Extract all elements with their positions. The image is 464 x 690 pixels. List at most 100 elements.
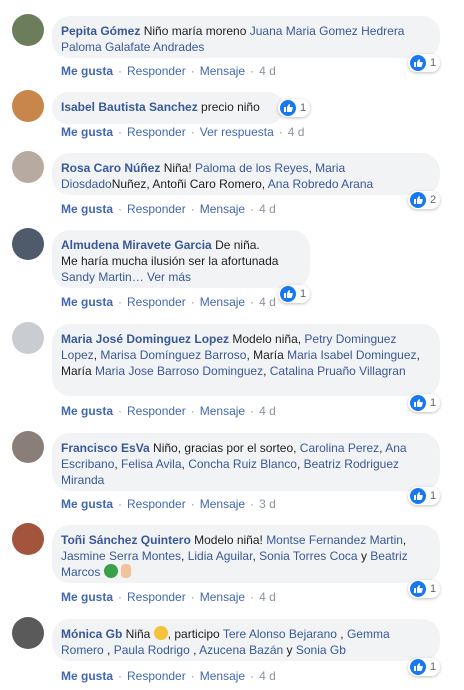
like-link[interactable]: Me gusta (61, 295, 113, 309)
reaction-number: 1 (300, 102, 307, 114)
avatar[interactable] (12, 228, 44, 260)
reaction-count[interactable]: 1 (278, 99, 311, 117)
like-link[interactable]: Me gusta (61, 497, 113, 511)
separator: · (250, 202, 255, 216)
reply-link[interactable]: Responder (127, 669, 186, 683)
tagged-user[interactable]: Concha Ruiz Blanco (188, 457, 297, 471)
message-link[interactable]: Mensaje (200, 295, 245, 309)
avatar[interactable] (12, 431, 44, 463)
message-link[interactable]: Mensaje (200, 404, 245, 418)
comment-author[interactable]: Toñi Sánchez Quintero (61, 533, 191, 547)
timestamp[interactable]: 4 d (259, 590, 276, 604)
comment-author[interactable]: Francisco EsVa (61, 441, 150, 455)
message-link[interactable]: Mensaje (200, 202, 245, 216)
tagged-user[interactable]: Sandy Martin (61, 270, 132, 284)
tagged-user[interactable]: Felisa Avila (121, 457, 181, 471)
pointing-hand-icon (121, 564, 132, 578)
comment-text: y (357, 549, 371, 563)
tagged-user[interactable]: Paloma Galafate Andrades (61, 40, 204, 54)
reply-link[interactable]: Responder (127, 64, 186, 78)
separator: · (250, 404, 255, 418)
reply-link[interactable]: Responder (127, 497, 186, 511)
separator: · (190, 125, 195, 139)
comment-text: , (336, 627, 347, 641)
timestamp[interactable]: 4 d (259, 404, 276, 418)
reaction-count[interactable]: 1 (408, 54, 441, 72)
comment-bubble: Isabel Bautista Sanchez precio niño (52, 92, 284, 124)
comment-text: Modelo niña! (190, 533, 267, 547)
see-more-link[interactable]: … Ver más (132, 270, 191, 284)
comment-author[interactable]: Mónica Gb (61, 627, 122, 641)
timestamp[interactable]: 4 d (259, 295, 276, 309)
avatar[interactable] (12, 90, 44, 122)
avatar[interactable] (12, 14, 44, 46)
message-link[interactable]: Mensaje (200, 64, 245, 78)
separator: · (190, 497, 195, 511)
comment-text: , participo (167, 627, 223, 641)
comment-text: Me haría mucha ilusión ser la afortunada (61, 254, 279, 268)
tagged-user[interactable]: Paula Rodrigo (114, 643, 190, 657)
like-icon (410, 192, 426, 208)
tagged-user[interactable]: Jasmine Serra Montes (61, 549, 181, 563)
avatar[interactable] (12, 151, 44, 183)
timestamp[interactable]: 3 d (259, 497, 276, 511)
tagged-user[interactable]: Tere Alonso Bejarano (223, 627, 337, 641)
reaction-count[interactable]: 2 (408, 191, 441, 209)
separator: · (190, 669, 195, 683)
tagged-user[interactable]: Catalina Pruaño Villagran (270, 364, 406, 378)
tagged-user[interactable]: Lidia Aguilar (188, 549, 253, 563)
comment-actions: Me gusta · Responder · Mensaje · 4 d (61, 404, 276, 418)
reply-link[interactable]: Responder (127, 590, 186, 604)
reaction-count[interactable]: 1 (278, 285, 311, 303)
comment-author[interactable]: Isabel Bautista Sanchez (61, 100, 198, 114)
like-link[interactable]: Me gusta (61, 202, 113, 216)
message-link[interactable]: Mensaje (200, 497, 245, 511)
tagged-user[interactable]: Maria Isabel Dominguez (287, 348, 416, 362)
like-icon (410, 55, 426, 71)
comment-bubble: Rosa Caro Núñez Niña! Paloma de los Reye… (52, 153, 440, 195)
like-link[interactable]: Me gusta (61, 404, 113, 418)
reply-link[interactable]: Responder (127, 404, 186, 418)
message-link[interactable]: Mensaje (200, 590, 245, 604)
avatar[interactable] (12, 322, 44, 354)
tagged-user[interactable]: Azucena Bazán (199, 643, 283, 657)
message-link[interactable]: Mensaje (200, 669, 245, 683)
comment-text: De niña. (211, 238, 260, 252)
like-link[interactable]: Me gusta (61, 64, 113, 78)
timestamp[interactable]: 4 d (259, 202, 276, 216)
reaction-count[interactable]: 1 (408, 394, 441, 412)
comment-author[interactable]: Almudena Miravete Garcia (61, 238, 212, 252)
comment-bubble: Pepita Gómez Niño maría moreno Juana Mar… (52, 16, 440, 58)
timestamp[interactable]: 4 d (259, 64, 276, 78)
reaction-count[interactable]: 1 (408, 658, 441, 676)
avatar[interactable] (12, 523, 44, 555)
avatar[interactable] (12, 617, 44, 649)
reaction-count[interactable]: 1 (408, 487, 441, 505)
tagged-user[interactable]: Montse Fernandez Martin (266, 533, 403, 547)
tagged-user[interactable]: Ana Robredo Arana (268, 177, 373, 191)
tagged-user[interactable]: Maria Jose Barroso Dominguez (95, 364, 263, 378)
reaction-count[interactable]: 1 (408, 580, 441, 598)
like-icon (280, 100, 296, 116)
timestamp[interactable]: 4 d (288, 125, 305, 139)
comment-author[interactable]: Pepita Gómez (61, 24, 140, 38)
tagged-user[interactable]: Juana Maria Gomez Hedrera (250, 24, 405, 38)
reply-link[interactable]: Responder (127, 295, 186, 309)
tagged-user[interactable]: Sonia Torres Coca (259, 549, 358, 563)
like-link[interactable]: Me gusta (61, 125, 113, 139)
reply-link[interactable]: Responder (127, 125, 186, 139)
separator: · (250, 497, 255, 511)
comment-author[interactable]: Rosa Caro Núñez (61, 161, 160, 175)
separator: · (250, 590, 255, 604)
view-reply-link[interactable]: Ver respuesta (200, 125, 274, 139)
like-link[interactable]: Me gusta (61, 590, 113, 604)
like-link[interactable]: Me gusta (61, 669, 113, 683)
tagged-user[interactable]: Marisa Domínguez Barroso (100, 348, 246, 362)
reply-link[interactable]: Responder (127, 202, 186, 216)
tagged-user[interactable]: Sonia Gb (296, 643, 346, 657)
separator: · (118, 669, 123, 683)
tagged-user[interactable]: Carolina Perez (300, 441, 379, 455)
tagged-user[interactable]: Paloma de los Reyes (195, 161, 308, 175)
timestamp[interactable]: 4 d (259, 669, 276, 683)
comment-author[interactable]: Maria José Dominguez Lopez (61, 332, 229, 346)
